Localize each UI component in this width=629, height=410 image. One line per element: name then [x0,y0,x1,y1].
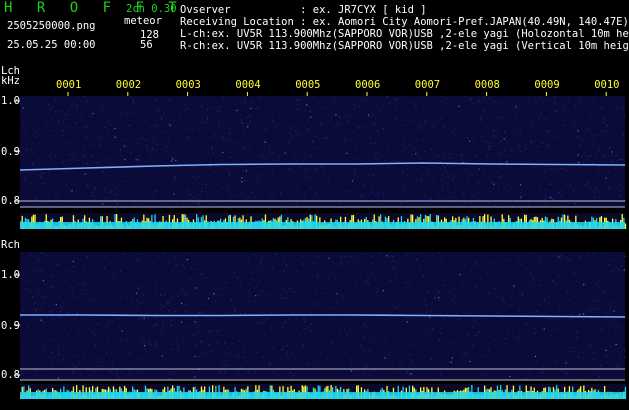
lch-waterfall [20,96,626,208]
waterfall-display [14,92,627,399]
waterfall-bg [20,96,625,207]
lch-activity-bars [20,213,627,229]
rch-activity-bars [20,384,627,399]
